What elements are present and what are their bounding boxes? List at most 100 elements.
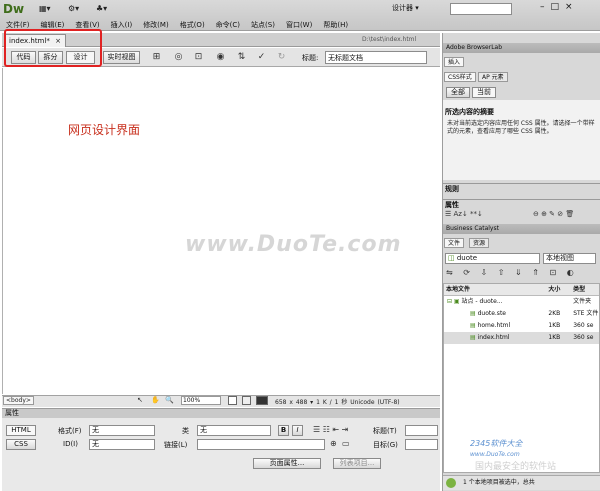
css-styles-tab[interactable]: CSS样式	[444, 72, 476, 82]
list-icons[interactable]: ☰ ☷ ⇤ ⇥	[313, 425, 348, 434]
maximize-icon[interactable]: □	[551, 2, 566, 12]
watermark-text: www.DuoTe.com	[185, 232, 402, 257]
css-summary-title: 所选内容的摘要	[445, 108, 494, 116]
view-select[interactable]: 本地视图	[543, 253, 596, 264]
file-type: STE 文件	[573, 310, 599, 317]
mobile-size-icon[interactable]	[228, 396, 237, 405]
hand-tool-icon[interactable]: ✋	[151, 396, 160, 404]
css-mode-button[interactable]: CSS	[6, 439, 36, 450]
window-controls[interactable]: –□×	[540, 2, 579, 12]
rules-label: 规则	[443, 183, 600, 193]
multiscreen-icon[interactable]: ⊡	[193, 52, 204, 63]
file-list-header: 本地文件 大小 类型	[444, 284, 599, 296]
design-canvas[interactable]	[2, 68, 440, 394]
app-logo: Dw	[3, 2, 25, 16]
class-select[interactable]: 无	[197, 425, 271, 436]
file-type: 360 se	[573, 334, 594, 341]
menu-insert[interactable]: 插入(I)	[111, 20, 133, 30]
browserlab-panel-header[interactable]: Adobe BrowserLab	[443, 43, 600, 53]
desktop-size-icon[interactable]	[256, 396, 268, 405]
id-select[interactable]: 无	[89, 439, 155, 450]
assets-tab[interactable]: 资源	[469, 238, 490, 248]
css-summary-panel: 所选内容的摘要 未对当前选定内容应用任何 CSS 属性。请选择一个带样式的元素，…	[443, 100, 600, 180]
tag-selector[interactable]: <body>	[3, 396, 34, 405]
inspect-icon[interactable]: ◎	[173, 52, 184, 63]
document-title-input[interactable]: 无标题文档	[325, 51, 427, 64]
title-field-input[interactable]	[405, 425, 438, 436]
bold-button[interactable]: B	[278, 425, 289, 436]
menu-help[interactable]: 帮助(H)	[323, 20, 348, 30]
help-search-input[interactable]	[450, 3, 512, 15]
corner-watermark-title: 2345软件大全	[470, 439, 523, 448]
site-icon[interactable]: ♣▾	[96, 4, 107, 13]
select-tool-icon[interactable]: ↖	[137, 396, 143, 404]
file-name: 站点 - duote...	[461, 298, 503, 305]
format-select[interactable]: 无	[89, 425, 155, 436]
file-name: duote.ste	[477, 310, 506, 317]
close-icon[interactable]: ×	[565, 2, 579, 12]
preview-icon[interactable]: ◉	[215, 52, 226, 63]
css-current-button[interactable]: 当前	[472, 87, 496, 98]
workspace-switcher[interactable]: 设计器 ▾	[392, 3, 419, 13]
file-row[interactable]: ▤ duote.ste 2KB STE 文件	[444, 308, 599, 320]
menu-site[interactable]: 站点(S)	[251, 20, 275, 30]
html-file-icon: ▤	[470, 322, 478, 329]
col-type[interactable]: 类型	[573, 284, 599, 296]
tablet-size-icon[interactable]	[242, 396, 251, 405]
point-to-file-icon[interactable]: ⊕	[330, 439, 337, 448]
files-status-bar: 1 个本地项目被选中，总共	[443, 475, 600, 490]
file-type: 文件夹	[573, 298, 592, 305]
file-name-cell: ▤ index.html	[444, 332, 548, 344]
zoom-select[interactable]: 100%	[181, 396, 221, 405]
file-toolbar-icons[interactable]: ⇋ ⟳ ⇩ ⇧ ⇓ ⇑ ⊡ ◐	[446, 268, 578, 277]
live-code-icon[interactable]: ⊞	[151, 52, 162, 63]
file-row[interactable]: ▤ home.html 1KB 360 se	[444, 320, 599, 332]
list-item-button[interactable]: 列表项目...	[333, 458, 381, 469]
col-size[interactable]: 大小	[548, 284, 573, 296]
check-page-icon[interactable]: ✓	[256, 52, 267, 63]
live-view-button[interactable]: 实时视图	[103, 51, 140, 64]
document-status-info: 658 x 488 ▾ 1 K / 1 秒 Unicode (UTF-8)	[275, 399, 400, 406]
refresh-icon[interactable]: ↻	[276, 52, 287, 63]
menu-window[interactable]: 窗口(W)	[286, 20, 312, 30]
menu-format[interactable]: 格式(O)	[180, 20, 205, 30]
id-label: ID(I)	[63, 440, 78, 448]
layout-icon[interactable]: ▦▾	[39, 4, 51, 13]
target-select[interactable]	[405, 439, 438, 450]
browse-folder-icon[interactable]: ▭	[342, 439, 350, 448]
site-folder-icon: ◫	[448, 254, 457, 262]
file-name-cell: ⊟ ▣ 站点 - duote...	[444, 296, 548, 308]
extend-icon[interactable]: ⚙▾	[68, 4, 79, 13]
document-path: D:\test\index.html	[362, 36, 417, 43]
minimize-icon[interactable]: –	[540, 2, 551, 12]
file-size: 1KB	[548, 334, 561, 341]
col-name[interactable]: 本地文件	[444, 284, 548, 296]
page-properties-button[interactable]: 页面属性...	[253, 458, 321, 469]
business-catalyst-header[interactable]: Business Catalyst	[443, 224, 600, 234]
file-row-site[interactable]: ⊟ ▣ 站点 - duote... 文件夹	[444, 296, 599, 308]
menu-modify[interactable]: 修改(M)	[143, 20, 169, 30]
html-mode-label: HTML	[11, 426, 31, 434]
link-label: 链接(L)	[164, 441, 188, 449]
site-select-label: duote	[456, 254, 478, 262]
css-mode-label: CSS	[14, 440, 28, 448]
ap-elements-tab[interactable]: AP 元素	[478, 72, 508, 82]
status-globe-icon	[446, 478, 456, 488]
menu-commands[interactable]: 命令(C)	[216, 20, 240, 30]
corner-watermark-url: www.DuoTe.com	[470, 451, 520, 458]
title-label: 标题:	[302, 54, 319, 62]
html-mode-button[interactable]: HTML	[6, 425, 36, 436]
site-select[interactable]: ◫ duote	[445, 253, 540, 264]
insert-tab[interactable]: 插入	[444, 57, 465, 67]
zoom-tool-icon[interactable]: 🔍	[165, 396, 174, 404]
css-action-icons[interactable]: ⊖ ⊕ ✎ ⊘ 🗑	[533, 210, 574, 218]
file-row-selected[interactable]: ▤ index.html 1KB 360 se	[444, 332, 599, 344]
property-view-icons[interactable]: ☰ Az↓ **↓	[445, 210, 483, 218]
file-management-icon[interactable]: ⇅	[236, 52, 247, 63]
link-input[interactable]	[197, 439, 325, 450]
file-name-cell: ▤ home.html	[444, 320, 548, 332]
properties-header[interactable]: 属性	[2, 408, 440, 418]
css-all-button[interactable]: 全部	[446, 87, 470, 98]
italic-button[interactable]: I	[292, 425, 303, 436]
files-tab[interactable]: 文件	[444, 238, 465, 248]
